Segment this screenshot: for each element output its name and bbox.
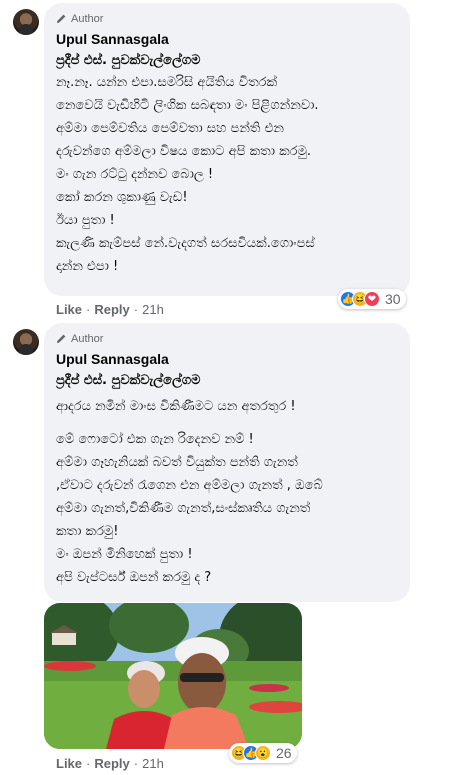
like-button[interactable]: Like <box>56 756 82 771</box>
commenter-name[interactable]: Upul Sannasgala <box>56 350 398 368</box>
comment-line: කතා කරමු! <box>56 524 119 539</box>
avatar[interactable] <box>13 9 39 35</box>
comment-line: අම්මා පෙම්වතිය පෙම්වතා සහ පන්ති එන <box>56 121 284 136</box>
comment-line: ඊයා පුතා ! <box>56 213 115 228</box>
comment-line: අපි වැප්ටර්ස් ඔපන් කරමු ද ? <box>56 570 212 585</box>
comment-line: නෙවෙයි වැඩිහිටි ලිංගික සබඳතා මං පිළිගන්න… <box>56 98 319 113</box>
author-badge-label: Author <box>71 332 104 345</box>
reaction-count: 30 <box>385 291 401 307</box>
comment-line: දාන්න එපා ! <box>56 259 119 274</box>
comment-line: මේ ෆොටෝ එක ගැන රිදෙනව නම් ! <box>56 432 254 447</box>
separator: · <box>86 302 91 317</box>
separator: · <box>86 756 91 771</box>
author-badge: Author <box>56 331 398 346</box>
pencil-icon <box>56 14 66 24</box>
reaction-summary[interactable]: 👍 😆 ❤ 30 <box>338 289 406 309</box>
commenter-name[interactable]: Upul Sannasgala <box>56 30 398 48</box>
author-badge-label: Author <box>71 12 104 25</box>
separator: · <box>133 756 139 771</box>
comment-actions: Like · Reply · 21h <box>56 756 164 771</box>
reaction-summary[interactable]: 😆 👍 😮 26 <box>229 743 297 763</box>
avatar[interactable] <box>13 329 39 355</box>
comment-line: ,ඒවාට දරුවන් රැගෙන එන අම්මලා ගැනත් , ඔබේ <box>56 478 323 493</box>
pencil-icon <box>56 334 66 344</box>
wow-icon: 😮 <box>255 745 271 761</box>
comment-line: මං ගැන රට්ටු දන්නව බොල ! <box>56 167 214 182</box>
comment-bubble: Author Upul Sannasgala ප්‍රදීප් එස්. පුව… <box>44 323 410 602</box>
reply-button[interactable]: Reply <box>94 756 129 771</box>
comment-line: මං ඔපන් මිනිහෙක් පුතා ! <box>56 547 193 562</box>
comment-line: කෝ කරන ශුකාණු වැඩ! <box>56 190 188 205</box>
comment-line: නෑ.නෑ. යන්න එපා.සමරිසි අයිතිය විතරක් <box>56 75 278 90</box>
like-button[interactable]: Like <box>56 302 82 317</box>
separator: · <box>133 302 139 317</box>
attached-photo[interactable] <box>44 603 302 749</box>
comment-line: කැලණි කැම්පස් නේ.වැදගත් සරසවියක්.ගොංපස් <box>56 236 315 251</box>
reaction-count: 26 <box>276 745 292 761</box>
photo-image <box>44 603 302 749</box>
comment-line: අම්මා ගෑහැනියක් බවත් වියුක්ත පන්ති ගැනත් <box>56 455 298 470</box>
comment-actions: Like · Reply · 21h <box>56 302 164 317</box>
comment-line: දරුවන්ගෙ අම්මලා විෂය කොට අපි කතා කරමු. <box>56 144 311 159</box>
timestamp-link[interactable]: 21h <box>142 756 164 771</box>
comment-line: ආදරය නමින් මාංස විකිණීමට යන අතරතුර ! <box>56 399 296 414</box>
comment-bubble: Author Upul Sannasgala ප්‍රදීප් එස්. පුව… <box>44 3 410 296</box>
comment-line: අම්මා ගැනත්,විකිණීම ගැනත්,සංස්කෘතිය ගැනත… <box>56 501 311 516</box>
comment-text-heading: ප්‍රදීප් එස්. පුවක්වැල්ලේගම <box>56 373 201 388</box>
reply-button[interactable]: Reply <box>94 302 129 317</box>
timestamp-link[interactable]: 21h <box>142 302 164 317</box>
comment-text-heading: ප්‍රදීප් එස්. පුවක්වැල්ලේගම <box>56 53 201 68</box>
love-icon: ❤ <box>364 291 380 307</box>
author-badge: Author <box>56 11 398 26</box>
